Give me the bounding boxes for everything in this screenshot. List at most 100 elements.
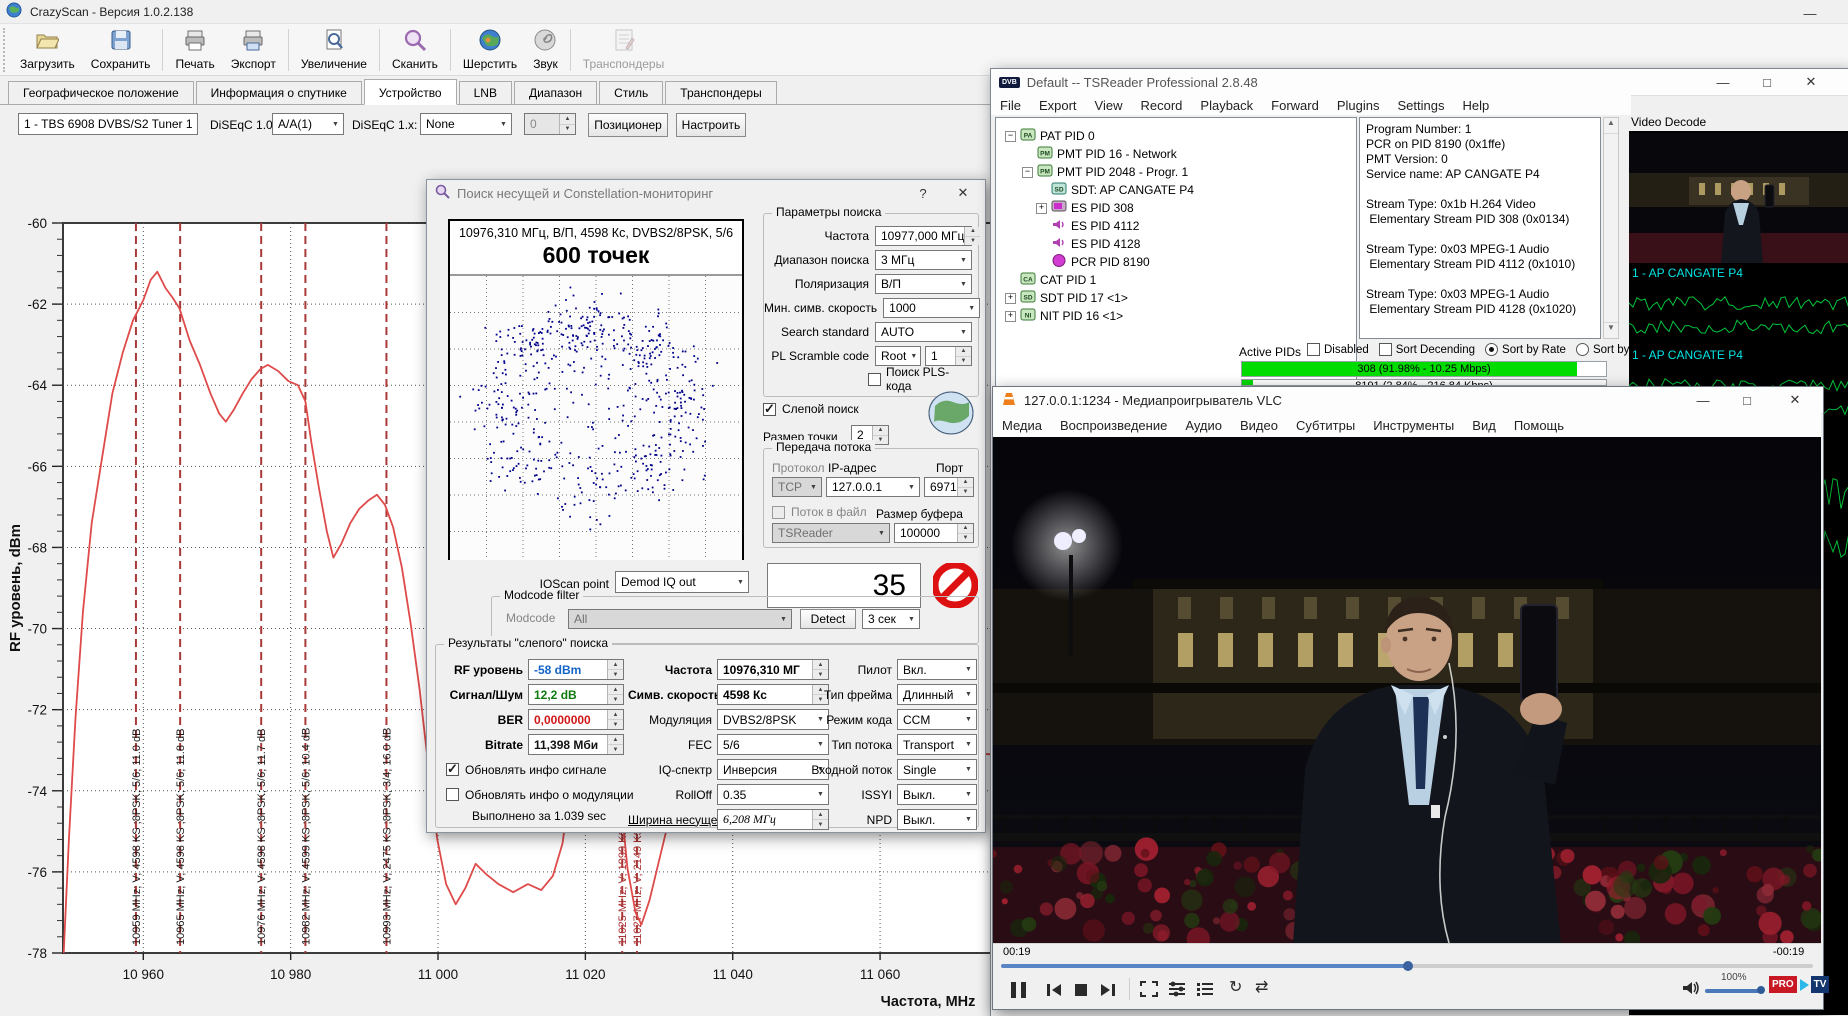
spin-up-icon[interactable]: ▲ (608, 660, 623, 670)
menu-view[interactable]: View (1086, 95, 1132, 116)
ip-select[interactable]: 127.0.0.1▼ (826, 477, 920, 497)
toolbar-button-open-folder[interactable]: Загрузить (12, 26, 83, 73)
spin-down-icon[interactable]: ▼ (608, 720, 623, 729)
reader-select[interactable]: TSReader▼ (772, 523, 890, 543)
toolbar-button-save-floppy[interactable]: Сохранить (83, 26, 159, 73)
tsreader-maximize-button[interactable]: □ (1747, 69, 1787, 95)
pid-rate-bar-2[interactable]: 8191 (2.84% - 216.84 Kbps) (1241, 379, 1607, 386)
pid-rate-bar[interactable]: 308 (91.98% - 10.25 Mbps) (1241, 361, 1607, 377)
toolbar-button-printer[interactable]: Печать (167, 26, 222, 73)
update-info-checkbox[interactable] (446, 788, 459, 801)
vlc-playlist-button[interactable] (1195, 980, 1215, 1001)
spin-down-icon[interactable]: ▼ (608, 695, 623, 704)
tsreader-close-button[interactable]: ✕ (1791, 69, 1831, 95)
tree-item[interactable]: CACAT PID 1 (996, 272, 1352, 288)
menu-help[interactable]: Help (1453, 95, 1498, 116)
param-spinner[interactable]: 1▲▼ (925, 346, 972, 366)
info-scrollbar[interactable]: ▲ ▼ (1603, 117, 1619, 339)
diseqc1x-select[interactable]: None▼ (420, 113, 512, 135)
vlc-shuffle-button[interactable]: ⇄ (1255, 977, 1268, 997)
tree-item[interactable]: −PAPAT PID 0 (996, 128, 1352, 144)
expand-icon[interactable]: + (1036, 203, 1047, 214)
tree-item[interactable]: ES PID 4128 (996, 236, 1352, 252)
tree-item[interactable]: PCR PID 8190 (996, 254, 1352, 270)
tab-информация-о-спутнике[interactable]: Информация о спутнике (196, 81, 362, 104)
spin-down-icon[interactable]: ▼ (608, 745, 623, 754)
tab-географическое-положение[interactable]: Географическое положение (8, 81, 194, 104)
vlc-loop-button[interactable]: ↻ (1229, 977, 1242, 997)
tab-стиль[interactable]: Стиль (599, 81, 663, 104)
vlc-previous-button[interactable] (1045, 980, 1065, 1003)
collapse-icon[interactable]: − (1005, 131, 1016, 142)
positioner-value-spinner[interactable]: 0▲▼ (524, 113, 576, 135)
param-spinner[interactable]: 10977,000 МГц▲▼ (875, 226, 972, 246)
tab-lnb[interactable]: LNB (459, 81, 512, 104)
tree-item[interactable]: +NINIT PID 16 <1> (996, 308, 1352, 324)
vlc-minimize-button[interactable]: — (1683, 387, 1723, 413)
stream-to-file-checkbox[interactable] (772, 506, 785, 519)
tree-item[interactable]: PMPMT PID 16 - Network (996, 146, 1352, 162)
positioner-button[interactable]: Позиционер (588, 113, 668, 137)
toolbar-button-shell-sound[interactable]: Звук (525, 26, 566, 73)
spin-up-icon[interactable]: ▲ (608, 710, 623, 720)
spin-down-icon[interactable]: ▼ (608, 670, 623, 679)
spin-up-icon[interactable]: ▲ (608, 685, 623, 695)
diseqc10-select[interactable]: A/A(1)▼ (272, 113, 344, 135)
crazyscan-minimize-button[interactable]: — (1790, 0, 1830, 26)
spin-up-icon[interactable]: ▲ (608, 735, 623, 745)
menu-export[interactable]: Export (1030, 95, 1086, 116)
result-value-select[interactable]: Вкл.▼ (897, 659, 977, 680)
seek-handle[interactable] (1403, 961, 1413, 971)
tab-диапазон[interactable]: Диапазон (514, 81, 597, 104)
pls-code-checkbox[interactable] (868, 373, 881, 386)
vlc-volume-slider[interactable] (1705, 988, 1763, 994)
vlc-close-button[interactable]: ✕ (1773, 387, 1817, 413)
vlc-menu-аудио[interactable]: Аудио (1176, 415, 1231, 436)
modcode-select[interactable]: All▼ (568, 609, 792, 629)
param-select[interactable]: AUTO▼ (875, 322, 972, 342)
port-spinner[interactable]: 6971▲▼ (924, 477, 974, 497)
param-select[interactable]: Root▼ (875, 346, 921, 366)
result-value-select[interactable]: Выкл.▼ (897, 784, 977, 805)
vlc-maximize-button[interactable]: □ (1727, 387, 1767, 413)
blind-search-checkbox[interactable] (763, 403, 776, 416)
protocol-select[interactable]: TCP▼ (772, 477, 822, 497)
vlc-next-button[interactable] (1097, 980, 1117, 1003)
vlc-menu-медиа[interactable]: Медиа (993, 415, 1051, 436)
expand-icon[interactable]: + (1005, 293, 1016, 304)
detect-interval-select[interactable]: 3 сек▼ (862, 609, 920, 629)
tree-item[interactable]: −PMPMT PID 2048 - Progr. 1 (996, 164, 1352, 180)
scroll-down-icon[interactable]: ▼ (1604, 322, 1618, 338)
tree-item[interactable]: +ES PID 308 (996, 200, 1352, 216)
result-value-select[interactable]: Single▼ (897, 759, 977, 780)
vlc-extended-settings-button[interactable] (1167, 980, 1187, 1001)
spin-down-icon[interactable]: ▼ (956, 357, 971, 366)
result-value-spinner[interactable]: 0,0000000▲▼ (528, 709, 624, 730)
result-value-spinner[interactable]: 12,2 dB▲▼ (528, 684, 624, 705)
result-value-spinner[interactable]: -58 dBm▲▼ (528, 659, 624, 680)
result-value-select[interactable]: CCM▼ (897, 709, 977, 730)
vlc-stop-button[interactable] (1071, 980, 1091, 1003)
tuner-select[interactable]: 1 - TBS 6908 DVBS/S2 Tuner 1▼ (18, 113, 198, 135)
vlc-menu-инструменты[interactable]: Инструменты (1364, 415, 1463, 436)
vlc-fullscreen-button[interactable] (1139, 980, 1159, 1001)
spin-up-icon[interactable]: ▲ (956, 347, 971, 357)
result-value-spinner[interactable]: 11,398 Мби▲▼ (528, 734, 624, 755)
active-pids-option[interactable]: Sort by Rate (1485, 343, 1566, 356)
menu-file[interactable]: File (991, 95, 1030, 116)
toolbar-button-magnifier[interactable]: Сканить (384, 26, 446, 73)
configure-button[interactable]: Настроить (676, 113, 746, 137)
vlc-menu-помощь[interactable]: Помощь (1505, 415, 1573, 436)
spin-down-icon[interactable]: ▼ (965, 237, 980, 246)
checkbox-disabled[interactable] (1307, 343, 1320, 356)
tab-транспондеры[interactable]: Транспондеры (665, 81, 776, 104)
detect-button[interactable]: Detect (800, 609, 856, 629)
vlc-menu-воспроизведение[interactable]: Воспроизведение (1051, 415, 1176, 436)
active-pids-option[interactable]: Sort Decending (1379, 343, 1475, 356)
vlc-seek-slider[interactable] (1001, 962, 1813, 970)
vlc-menu-видео[interactable]: Видео (1231, 415, 1287, 436)
menu-record[interactable]: Record (1131, 95, 1191, 116)
radio-sort-by-pid[interactable] (1576, 343, 1589, 356)
vlc-pause-button[interactable] (1001, 976, 1035, 1004)
expand-icon[interactable]: + (1005, 311, 1016, 322)
